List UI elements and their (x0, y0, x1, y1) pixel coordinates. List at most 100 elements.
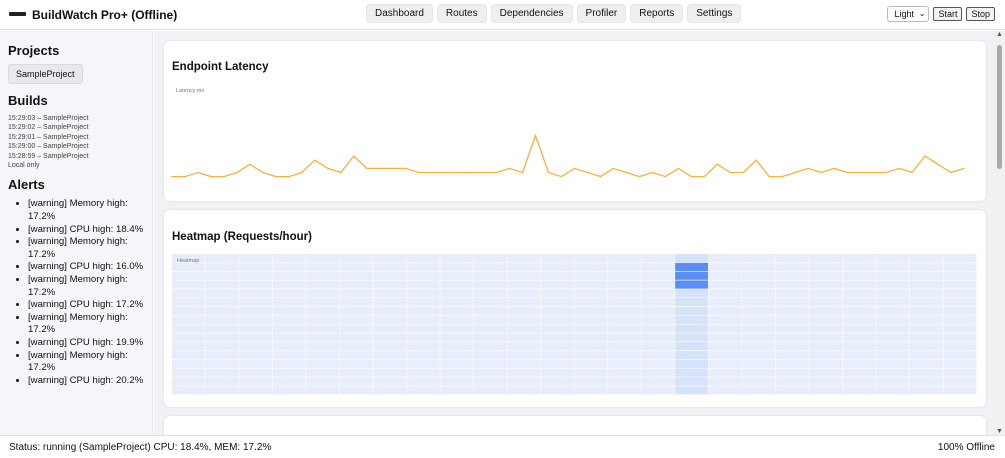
project-button[interactable]: SampleProject (8, 64, 83, 84)
heatmap-cell (406, 289, 440, 298)
latency-point (560, 176, 563, 178)
heatmap-cell (373, 324, 407, 333)
heatmap-cell (440, 289, 474, 298)
heatmap-cell (440, 271, 474, 280)
latency-point (612, 167, 614, 169)
heatmap-cell (306, 262, 340, 272)
main-scrollbar[interactable]: ▲ ▼ (994, 31, 1005, 435)
nav-profiler-button[interactable]: Profiler (576, 4, 627, 23)
heatmap-cell (641, 271, 675, 280)
heatmap-cell (876, 315, 910, 324)
latency-point (703, 176, 705, 178)
offline-status: 100% Offline (937, 442, 995, 453)
heatmap-cell (809, 342, 843, 351)
latency-point (275, 176, 277, 178)
heatmap-cell (809, 271, 843, 280)
heatmap-cell (775, 342, 809, 351)
heatmap-cell (406, 342, 440, 351)
heatmap-cell (272, 368, 306, 377)
heatmap-cell (775, 368, 809, 377)
nav-dependencies-button[interactable]: Dependencies (490, 4, 573, 23)
heatmap-cell (507, 271, 541, 280)
heatmap-cell (574, 359, 608, 368)
scrollbar-thumb[interactable] (997, 45, 1002, 169)
latency-point (664, 176, 666, 178)
heatmap-cell (943, 377, 977, 386)
latency-chart (171, 133, 965, 178)
heatmap-cell (239, 386, 273, 395)
heatmap-cell (708, 298, 742, 307)
main-content: Endpoint Latency Latency ms Heatmap (Req… (154, 31, 994, 435)
scroll-down-icon[interactable]: ▼ (996, 428, 1003, 435)
latency-point (262, 171, 264, 174)
stop-button[interactable]: Stop (966, 7, 995, 21)
heatmap-cell (909, 280, 943, 289)
latency-point (768, 176, 770, 178)
heatmap-cell (842, 298, 876, 307)
alert-item: [warning] CPU high: 16.0% (28, 261, 144, 274)
heatmap-cell (306, 289, 340, 298)
heatmap-cell (339, 377, 373, 386)
latency-point (690, 176, 692, 178)
heatmap-cell (574, 306, 608, 316)
heatmap-cell (842, 254, 876, 263)
scroll-up-icon[interactable]: ▲ (996, 31, 1003, 38)
next-card (164, 416, 986, 435)
heatmap-cell (272, 377, 306, 386)
heatmap-cell (909, 333, 943, 342)
heatmap-cell (440, 359, 474, 368)
heatmap-cell (540, 280, 574, 289)
heatmap-cell (943, 359, 977, 368)
heatmap-cell (306, 359, 340, 368)
heatmap-cell (943, 342, 977, 351)
nav-dashboard-button[interactable]: Dashboard (366, 4, 433, 23)
heatmap-cell (842, 306, 876, 316)
theme-select[interactable]: Light ⌄ (887, 6, 930, 22)
heatmap-cell (239, 315, 273, 324)
heatmap-cell (540, 350, 574, 360)
heatmap-cell (775, 350, 809, 360)
heatmap-cell (205, 271, 239, 280)
heatmap-cell (574, 386, 608, 395)
heatmap-cell (440, 315, 474, 324)
nav-routes-button[interactable]: Routes (436, 4, 487, 23)
heatmap-cell (809, 254, 843, 263)
heatmap-cell (842, 386, 876, 395)
heatmap-cell (842, 315, 876, 324)
heatmap-cell (272, 298, 306, 307)
heatmap-cell (373, 333, 407, 342)
heatmap-cell (809, 368, 843, 377)
heatmap-cell (306, 280, 340, 289)
heatmap-cell (540, 377, 574, 386)
heatmap-cell (239, 350, 273, 360)
heatmap-cell (876, 271, 910, 280)
heatmap-cell (641, 324, 675, 333)
nav-reports-button[interactable]: Reports (630, 4, 684, 23)
latency-card: Endpoint Latency Latency ms (164, 41, 986, 201)
latency-point (210, 176, 212, 178)
heatmap-cell (708, 280, 742, 289)
heatmap-cell (775, 280, 809, 289)
heatmap-cell (608, 315, 641, 324)
heatmap-cell (608, 280, 641, 289)
status-text: Status: running (SampleProject) CPU: 18.… (9, 442, 272, 453)
heatmap-cell (540, 333, 574, 342)
alert-item: [warning] CPU high: 20.2% (28, 375, 144, 388)
heatmap-cell (608, 254, 641, 263)
nav-settings-button[interactable]: Settings (687, 4, 742, 23)
heatmap-cell (675, 289, 709, 298)
heatmap-cell (708, 262, 742, 272)
heatmap-cell (172, 280, 205, 289)
heatmap-cell (842, 368, 876, 377)
heatmap-cell (909, 386, 943, 395)
heatmap-cell (473, 280, 507, 289)
heatmap-cell (473, 254, 507, 263)
heatmap-cell (306, 315, 340, 324)
heatmap-cell (473, 298, 507, 307)
heatmap-cell (406, 386, 440, 395)
heatmap-cell (172, 324, 205, 333)
heatmap-cell (507, 324, 541, 333)
heatmap-cell (708, 359, 742, 368)
start-button[interactable]: Start (933, 7, 963, 21)
heatmap-cell (809, 280, 843, 289)
